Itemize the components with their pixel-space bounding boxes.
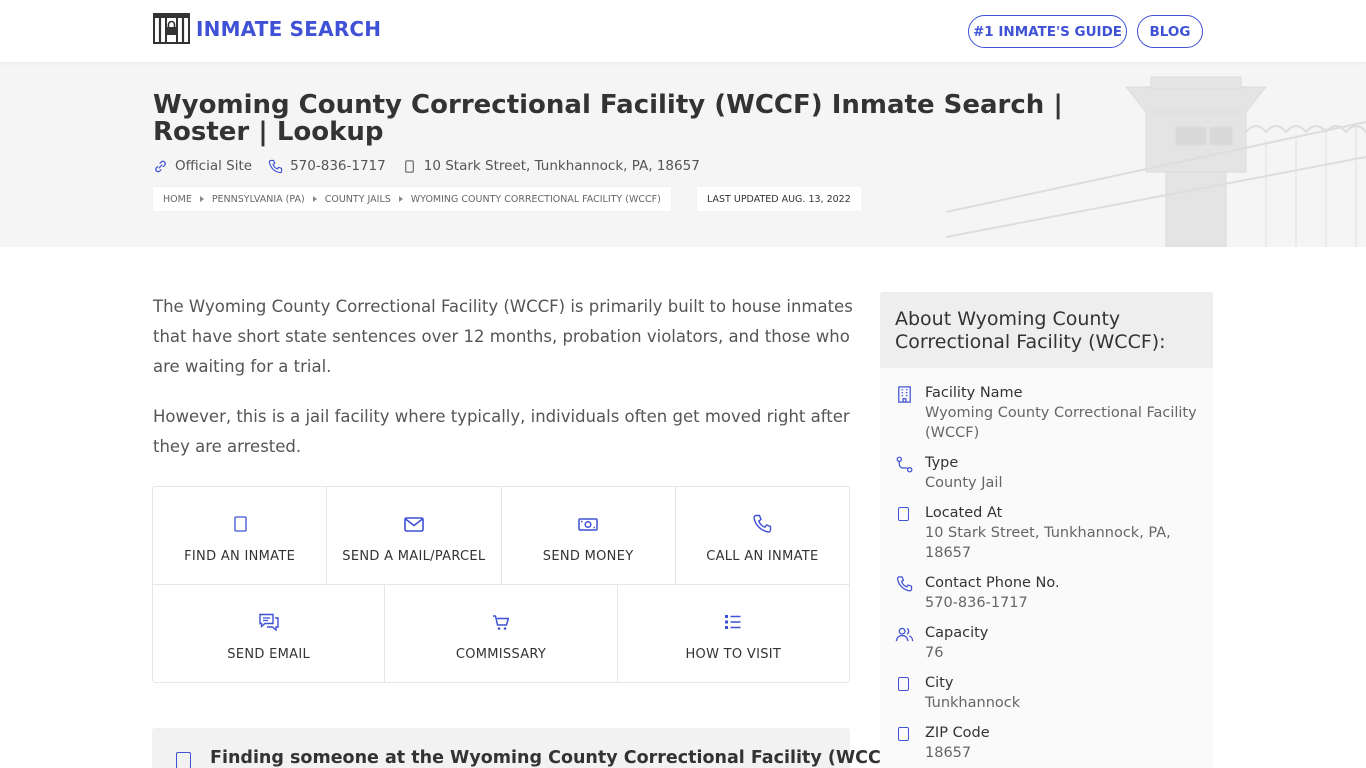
zip-icon	[898, 727, 909, 741]
breadcrumb-caret-icon	[199, 196, 204, 202]
about-facility-panel: About Wyoming County Correctional Facili…	[880, 292, 1213, 768]
card-label: SEND A MAIL/PARCEL	[342, 549, 486, 564]
city-icon	[898, 677, 909, 691]
intro-text: The Wyoming County Correctional Facility…	[153, 292, 853, 482]
fact-zip: ZIP Code 18657	[895, 723, 1200, 763]
envelope-icon	[404, 517, 424, 532]
fact-capacity: Capacity 76	[895, 623, 1200, 663]
fact-value: 10 Stark Street, Tunkhannock, PA, 18657	[925, 525, 1171, 561]
logo-text: INMATE SEARCH	[196, 16, 382, 41]
search-doc-icon	[233, 516, 247, 532]
fact-label: Located At	[925, 505, 1003, 521]
facility-meta: Official Site 570-836-1717 10 Stark Stre…	[153, 158, 716, 174]
phone-icon	[753, 514, 772, 533]
breadcrumb-county-jails[interactable]: COUNTY JAILS	[325, 194, 391, 205]
list-icon	[725, 615, 741, 629]
fact-label: Capacity	[925, 625, 989, 641]
how-to-visit-card[interactable]: HOW TO VISIT	[618, 585, 849, 683]
action-grid: FIND AN INMATE SEND A MAIL/PARCEL SEND M…	[152, 486, 850, 683]
fact-contact-phone: Contact Phone No. 570-836-1717	[895, 573, 1200, 613]
faq-title: Finding someone at the Wyoming County Co…	[210, 748, 901, 768]
fact-value: Tunkhannock	[925, 695, 1021, 711]
address-text: 10 Stark Street, Tunkhannock, PA, 18657	[423, 158, 700, 174]
nav-blog-button[interactable]: BLOG	[1137, 15, 1203, 48]
breadcrumb-home[interactable]: HOME	[163, 194, 192, 205]
cart-icon	[492, 615, 510, 630]
location-icon	[898, 507, 909, 521]
fact-value: 76	[925, 645, 944, 661]
card-label: COMMISSARY	[455, 647, 547, 662]
fact-label: ZIP Code	[925, 725, 990, 741]
find-inmate-card[interactable]: FIND AN INMATE	[153, 487, 328, 584]
facility-facts: Facility Name Wyoming County Correctiona…	[895, 383, 1200, 768]
top-navbar: INMATE SEARCH #1 INMATE'S GUIDE BLOG	[0, 0, 1366, 62]
official-site-label: Official Site	[175, 158, 253, 174]
call-inmate-card[interactable]: CALL AN INMATE	[676, 487, 849, 584]
phone-link[interactable]: 570-836-1717	[268, 158, 386, 174]
card-label: HOW TO VISIT	[685, 647, 782, 662]
send-money-card[interactable]: SEND MONEY	[502, 487, 676, 584]
phone-icon	[268, 159, 283, 173]
jail-cell-icon	[153, 13, 190, 44]
fact-label: Contact Phone No.	[925, 575, 1060, 591]
phone-icon	[896, 576, 913, 592]
breadcrumb-state[interactable]: PENNSYLVANIA (PA)	[212, 194, 305, 205]
document-icon	[176, 752, 191, 768]
fact-city: City Tunkhannock	[895, 673, 1200, 713]
chat-icon	[258, 613, 279, 632]
building-icon	[898, 386, 911, 403]
last-updated-badge: LAST UPDATED AUG. 13, 2022	[697, 187, 861, 211]
hero-banner: Wyoming County Correctional Facility (WC…	[0, 62, 1366, 247]
breadcrumb-caret-icon	[398, 196, 403, 202]
send-mail-card[interactable]: SEND A MAIL/PARCEL	[327, 487, 502, 584]
card-label: CALL AN INMATE	[706, 549, 819, 564]
fact-value[interactable]: 570-836-1717	[925, 593, 1060, 613]
address-item: 10 Stark Street, Tunkhannock, PA, 18657	[402, 158, 700, 174]
card-label: FIND AN INMATE	[184, 549, 296, 564]
phone-number: 570-836-1717	[290, 158, 386, 174]
breadcrumb-facility[interactable]: WYOMING COUNTY CORRECTIONAL FACILITY (WC…	[411, 194, 661, 205]
breadcrumb-caret-icon	[312, 196, 317, 202]
location-icon	[404, 159, 414, 173]
fact-value: County Jail	[925, 475, 1003, 491]
fact-value: 18657	[925, 745, 972, 761]
commissary-card[interactable]: COMMISSARY	[385, 585, 618, 683]
card-label: SEND EMAIL	[227, 647, 311, 662]
fact-label: Facility Name	[925, 385, 1023, 401]
money-icon	[578, 518, 598, 531]
route-icon	[896, 456, 913, 473]
site-logo[interactable]: INMATE SEARCH	[153, 13, 381, 44]
fact-located-at: Located At 10 Stark Street, Tunkhannock,…	[895, 503, 1200, 563]
intro-paragraph: However, this is a jail facility where t…	[153, 407, 850, 456]
faq-section-header[interactable]: Finding someone at the Wyoming County Co…	[152, 728, 901, 768]
intro-paragraph: The Wyoming County Correctional Facility…	[153, 297, 853, 376]
send-email-card[interactable]: SEND EMAIL	[153, 585, 386, 683]
link-icon	[155, 160, 166, 172]
nav-inmates-guide-button[interactable]: #1 INMATE'S GUIDE	[968, 15, 1127, 48]
fact-label: Type	[925, 455, 959, 471]
users-icon	[895, 627, 914, 642]
fact-label: City	[925, 675, 954, 691]
official-site-link[interactable]: Official Site	[153, 158, 252, 174]
breadcrumb: HOME PENNSYLVANIA (PA) COUNTY JAILS WYOM…	[153, 187, 671, 211]
about-title: About Wyoming County Correctional Facili…	[880, 292, 1213, 368]
page-title: Wyoming County Correctional Facility (WC…	[153, 90, 1063, 147]
fact-type: Type County Jail	[895, 453, 1200, 493]
card-label: SEND MONEY	[542, 549, 634, 564]
fact-facility-name: Facility Name Wyoming County Correctiona…	[895, 383, 1200, 443]
fact-value: Wyoming County Correctional Facility (WC…	[925, 405, 1197, 441]
